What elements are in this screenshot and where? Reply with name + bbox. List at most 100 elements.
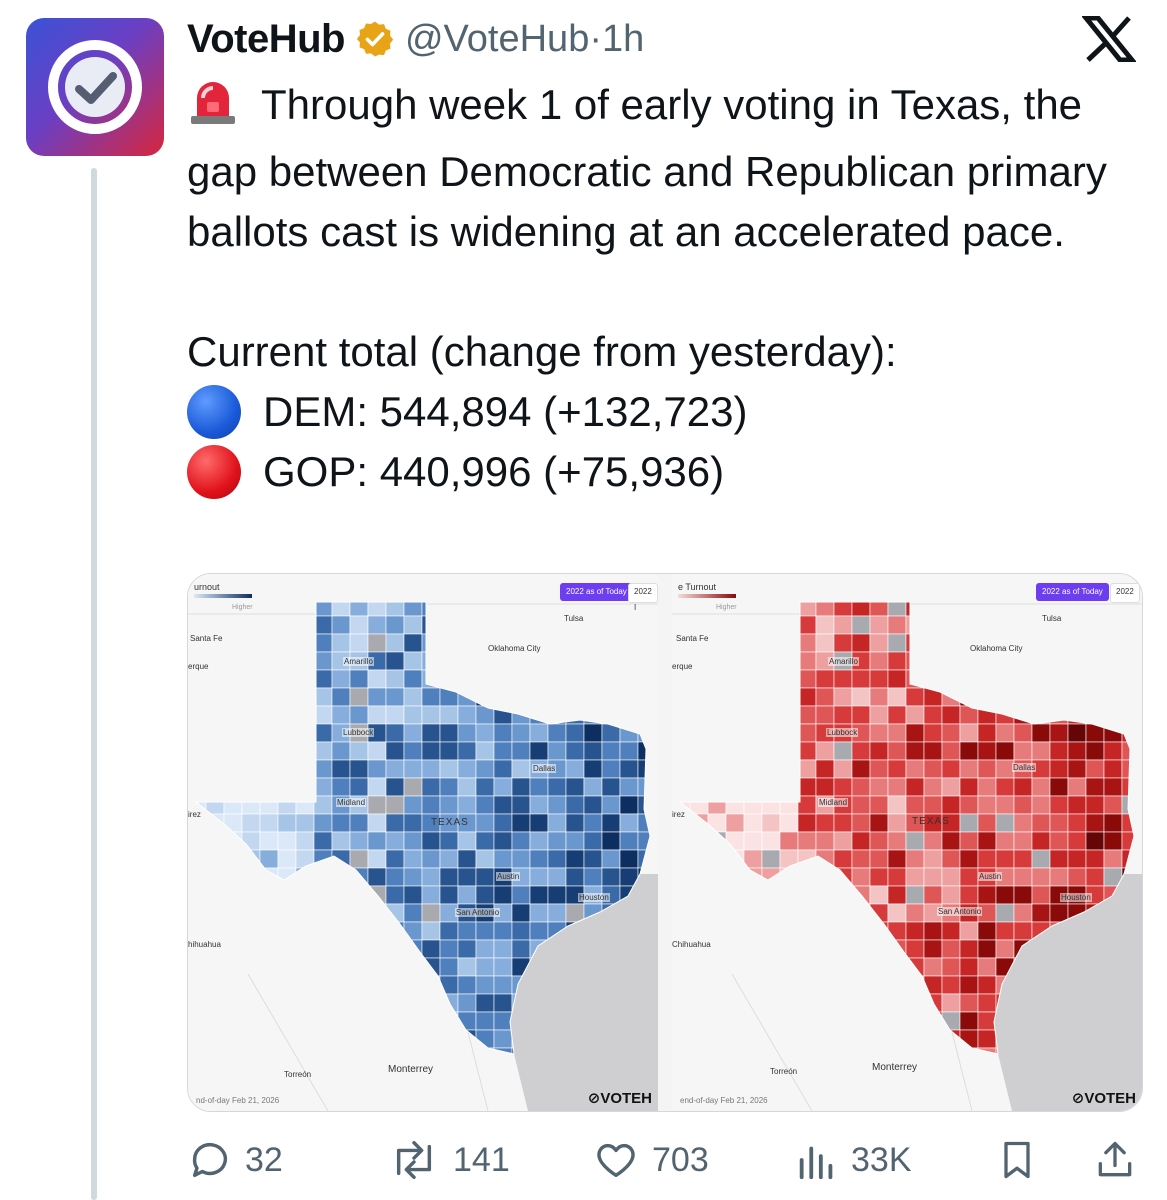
dem-turnout-map[interactable]: urnout Higher 2022 as of Today 2022 I Tu… (188, 574, 658, 1111)
county-cell (439, 849, 459, 869)
author-handle[interactable]: @VoteHub·1h (405, 18, 644, 61)
county-cell (977, 777, 997, 797)
county-cell (565, 723, 585, 743)
county-cell (457, 975, 477, 995)
county-cell (295, 813, 315, 833)
county-cell (869, 831, 889, 851)
avatar[interactable] (26, 18, 164, 156)
county-cell (1049, 903, 1069, 923)
like-count: 703 (652, 1140, 709, 1179)
county-cell (493, 759, 513, 779)
county-cell (331, 813, 351, 833)
county-cell (1049, 723, 1069, 743)
period-pill-next[interactable]: 2022 I (628, 583, 658, 612)
city-label: Lubbock (826, 728, 859, 737)
county-cell (887, 759, 907, 779)
share-button[interactable] (1093, 1135, 1149, 1185)
repost-button[interactable]: 141 (387, 1135, 510, 1185)
county-cell (385, 741, 405, 761)
county-cell (331, 615, 351, 635)
city-label: Monterrey (388, 1064, 434, 1075)
city-label: Tulsa (1042, 614, 1062, 623)
county-cell (547, 831, 567, 851)
county-cell (833, 759, 853, 779)
county-cell (941, 957, 961, 977)
gop-turnout-map[interactable]: e Turnout Higher 2022 as of Today 2022 T… (672, 574, 1142, 1111)
county-cell (493, 831, 513, 851)
city-label: Austin (496, 872, 521, 881)
county-cell (923, 867, 943, 887)
county-cell (439, 723, 459, 743)
period-pill-active[interactable]: 2022 as of Today (1036, 583, 1109, 601)
county-cell (815, 705, 835, 725)
county-cell (367, 867, 387, 887)
county-cell (601, 867, 621, 887)
county-cell (439, 741, 459, 761)
county-cell (403, 795, 423, 815)
county-cell (977, 885, 997, 905)
county-cell (403, 633, 423, 653)
map-date: end-of-day Feb 21, 2026 (680, 1096, 768, 1105)
county-cell (1103, 813, 1123, 833)
city-label: Houston (1060, 893, 1092, 902)
county-cell (887, 849, 907, 869)
county-cell (421, 705, 441, 725)
city-label: Lubbock (342, 728, 375, 737)
county-cell (851, 795, 871, 815)
county-cell (797, 777, 817, 797)
county-cell (959, 921, 979, 941)
bookmark-button[interactable] (995, 1135, 1051, 1185)
county-cell (313, 687, 333, 707)
county-cell (529, 867, 549, 887)
county-cell (1085, 795, 1105, 815)
county-cell (941, 705, 961, 725)
county-cell (403, 723, 423, 743)
county-cell (421, 759, 441, 779)
like-button[interactable]: 703 (592, 1135, 709, 1185)
county-cell (349, 777, 369, 797)
county-cell (797, 651, 817, 671)
county-cell (313, 723, 333, 743)
county-cell (511, 885, 531, 905)
county-cell (869, 795, 889, 815)
county-cell (833, 705, 853, 725)
county-cell (511, 759, 531, 779)
county-cell (385, 651, 405, 671)
county-cell (331, 687, 351, 707)
region-label: TEXAS (912, 816, 950, 827)
county-cell (869, 867, 889, 887)
county-cell (367, 687, 387, 707)
county-cell (1103, 759, 1123, 779)
views-count: 33K (851, 1140, 912, 1179)
county-cell (959, 939, 979, 959)
county-cell (851, 615, 871, 635)
county-cell (493, 813, 513, 833)
county-cell (367, 777, 387, 797)
period-pill-active[interactable]: 2022 as of Today (560, 583, 633, 601)
county-cell (511, 921, 531, 941)
county-cell (493, 723, 513, 743)
period-pill-next[interactable]: 2022 (1110, 583, 1140, 603)
county-cell (601, 813, 621, 833)
county-cell (475, 957, 495, 977)
county-cell (439, 777, 459, 797)
x-logo-icon[interactable] (1082, 16, 1136, 62)
author-name[interactable]: VoteHub (187, 17, 345, 62)
reply-icon (192, 1143, 228, 1178)
county-cell (457, 759, 477, 779)
county-cell (959, 777, 979, 797)
county-cell (995, 831, 1015, 851)
views-button[interactable]: 33K (795, 1135, 912, 1185)
post-media[interactable]: urnout Higher 2022 as of Today 2022 I Tu… (187, 573, 1143, 1112)
county-cell (815, 759, 835, 779)
county-cell (313, 651, 333, 671)
reply-button[interactable]: 32 (187, 1135, 283, 1185)
county-cell (1013, 885, 1033, 905)
county-cell (331, 741, 351, 761)
county-cell (887, 615, 907, 635)
county-cell (1103, 831, 1123, 851)
county-cell (349, 615, 369, 635)
county-cell (349, 813, 369, 833)
county-cell (923, 795, 943, 815)
county-cell (331, 633, 351, 653)
